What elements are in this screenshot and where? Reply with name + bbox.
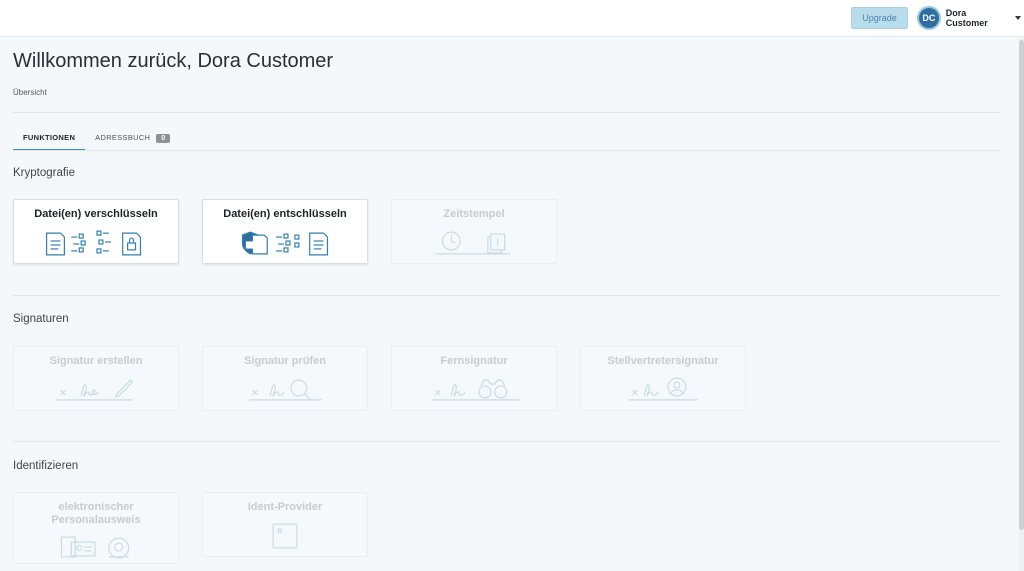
count-badge: 0	[156, 134, 171, 143]
card-label: Stellvertretersignatur	[607, 355, 719, 367]
card-personalausweis: elektronischer Personalausweis	[13, 492, 179, 564]
card-ident-provider: Ident-Provider	[202, 492, 368, 557]
card-label: elektronischer Personalausweis	[51, 501, 141, 526]
decrypt-file-icon	[241, 231, 329, 256]
scrollbar-thumb[interactable]	[1019, 40, 1024, 530]
signature-magnifier-icon	[248, 379, 322, 402]
avatar[interactable]: DC	[917, 6, 941, 30]
tab-bar: FUNKTIONEN ADRESSBUCH 0	[13, 128, 180, 151]
top-bar: Upgrade DC Dora Customer	[0, 0, 1024, 37]
ident-provider-icon	[272, 523, 298, 549]
signature-pen-icon	[55, 379, 134, 401]
encrypt-file-icon	[46, 230, 142, 256]
card-signatur-erstellen: Signatur erstellen	[13, 346, 179, 411]
page-title: Willkommen zurück, Dora Customer	[13, 50, 334, 72]
breadcrumb[interactable]: Übersicht	[13, 88, 47, 97]
user-menu[interactable]: DC Dora Customer	[917, 6, 1021, 30]
id-card-icon	[60, 536, 130, 559]
timestamp-icon	[435, 231, 511, 255]
card-timestamp: Zeitstempel	[391, 199, 557, 264]
card-label: Signatur prüfen	[244, 355, 326, 367]
tab-adressbuch[interactable]: ADRESSBUCH 0	[85, 128, 180, 151]
tab-funktionen[interactable]: FUNKTIONEN	[13, 128, 86, 151]
card-label: Fernsignatur	[440, 355, 508, 367]
section-title-kryptografie: Kryptografie	[13, 167, 76, 179]
scrollbar[interactable]	[1019, 38, 1024, 571]
card-label: Ident-Provider	[247, 501, 323, 513]
signature-person-icon	[628, 377, 698, 401]
card-stellvertretersignatur: Stellvertretersignatur	[580, 346, 746, 411]
chevron-down-icon[interactable]	[1015, 16, 1021, 20]
section-title-identifizieren: Identifizieren	[13, 460, 79, 472]
card-label: Datei(en) verschlüsseln	[34, 208, 158, 220]
tab-label: FUNKTIONEN	[23, 133, 76, 142]
card-label: Zeitstempel	[443, 208, 505, 220]
card-label: Datei(en) entschlüsseln	[223, 208, 347, 220]
tab-label: ADRESSBUCH	[95, 133, 151, 142]
card-decrypt[interactable]: Datei(en) entschlüsseln	[202, 199, 368, 264]
upgrade-button[interactable]: Upgrade	[851, 7, 908, 29]
tabs-divider	[13, 150, 1000, 151]
card-fernsignatur: Fernsignatur	[391, 346, 557, 411]
card-signatur-pruefen: Signatur prüfen	[202, 346, 368, 411]
signature-binoculars-icon	[431, 379, 521, 401]
user-name[interactable]: Dora Customer	[946, 8, 1010, 28]
section-divider	[13, 441, 1000, 442]
header-divider	[13, 112, 1000, 113]
card-label: Signatur erstellen	[49, 355, 143, 367]
section-divider	[13, 295, 1000, 296]
section-title-signaturen: Signaturen	[13, 313, 69, 325]
card-encrypt[interactable]: Datei(en) verschlüsseln	[13, 199, 179, 264]
